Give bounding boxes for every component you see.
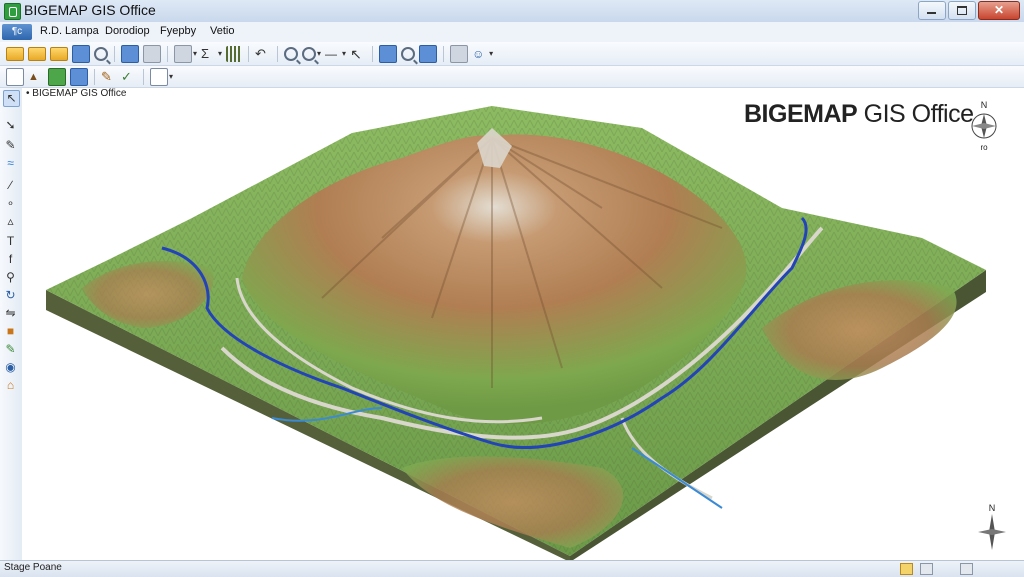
map-view[interactable]: • BIGEMAP GIS Office BIGEMAP GIS Office … xyxy=(22,88,1024,560)
brand-watermark: BIGEMAP GIS Office xyxy=(744,100,974,129)
select-icon[interactable] xyxy=(6,67,24,86)
toolbar-separator xyxy=(167,45,168,62)
house-icon[interactable]: ⌂ xyxy=(3,378,18,393)
toolbar-separator xyxy=(443,45,445,62)
left-toolbar: ↖ ➘ ✎ ≈ ∕ ∘ ▵ T f ⚲ ↻ ⇋ ■ ✎ ◉ ⌂ xyxy=(0,88,23,560)
close-button[interactable]: ✕ xyxy=(978,1,1020,20)
globe-icon[interactable] xyxy=(401,46,416,61)
measure-icon[interactable] xyxy=(350,46,366,62)
new-folder-icon[interactable] xyxy=(6,46,24,61)
table-icon[interactable] xyxy=(70,67,88,86)
main-toolbar: ▾ ▾ ▾ ▾ ▾ xyxy=(0,42,1024,66)
chevron-down-icon[interactable]: ▾ xyxy=(218,49,222,58)
undo-icon[interactable] xyxy=(255,46,271,62)
gradient-icon[interactable] xyxy=(379,44,398,63)
chevron-down-icon[interactable]: ▾ xyxy=(193,49,197,58)
pan-icon[interactable]: ➘ xyxy=(3,118,18,133)
ruler-icon[interactable]: ⇋ xyxy=(3,306,18,321)
window-controls: ✕ xyxy=(918,1,1020,20)
export-icon[interactable] xyxy=(143,44,161,63)
draw-icon[interactable]: ✎ xyxy=(3,138,18,153)
chevron-down-icon[interactable]: ▾ xyxy=(489,49,493,58)
title-bar: BIGEMAP GIS Office ✕ xyxy=(0,0,1024,23)
status-folder-icon[interactable] xyxy=(900,563,913,575)
bigemap-app-icon[interactable] xyxy=(4,3,21,20)
compass-top-bottom-label: ro xyxy=(980,143,988,152)
chevron-down-icon[interactable]: ▾ xyxy=(317,49,321,58)
document-icon[interactable] xyxy=(150,67,168,86)
line-tool-icon[interactable]: ∕ xyxy=(3,178,18,193)
open-folder-icon[interactable] xyxy=(28,46,46,61)
menu-item-vetio[interactable]: Vetio xyxy=(210,25,234,37)
pencil-icon[interactable] xyxy=(101,69,117,85)
application-menu-button[interactable]: ¶c xyxy=(2,24,32,40)
brand-product: GIS Office xyxy=(863,100,974,128)
polygon-tool-icon[interactable]: ▵ xyxy=(3,214,18,229)
minimize-button[interactable] xyxy=(918,1,946,20)
layout-icon[interactable] xyxy=(450,44,469,63)
menu-item-lampa[interactable]: R.D. Lampa xyxy=(40,25,99,37)
terrain-3d-view[interactable] xyxy=(22,88,1024,560)
pointer-icon[interactable]: ↖ xyxy=(3,90,20,107)
color-icon[interactable]: ■ xyxy=(3,324,18,339)
status-document-icon[interactable] xyxy=(920,563,933,575)
toolbar-separator xyxy=(372,45,374,62)
line-icon[interactable] xyxy=(325,46,341,62)
chevron-down-icon[interactable]: ▾ xyxy=(169,72,173,81)
maximize-button[interactable] xyxy=(948,1,976,20)
toolbar-separator xyxy=(114,45,115,62)
menu-bar: ¶c R.D. Lampa Dorodiop Fyepby Vetio xyxy=(0,22,1024,43)
person-icon[interactable] xyxy=(472,46,488,62)
compass-top-north-label: N xyxy=(981,100,988,110)
compass-bottom-north-label: N xyxy=(989,503,996,513)
secondary-toolbar: ▾ xyxy=(0,66,1024,88)
settings-icon[interactable] xyxy=(174,44,192,63)
menu-item-fyepby[interactable]: Fyepby xyxy=(160,25,196,37)
window-title: BIGEMAP GIS Office xyxy=(24,2,156,18)
edit-tool-icon[interactable]: ⚲ xyxy=(3,270,18,285)
save-icon[interactable] xyxy=(50,46,68,61)
search-icon[interactable] xyxy=(94,46,108,61)
chevron-down-icon[interactable]: ▾ xyxy=(342,49,346,58)
text-tool-icon[interactable]: T xyxy=(3,234,18,249)
layer-icon[interactable] xyxy=(48,67,66,86)
print-icon[interactable] xyxy=(419,44,438,63)
toolbar-separator xyxy=(143,68,144,85)
pencil-tool-icon[interactable]: ✎ xyxy=(3,342,18,357)
import-icon[interactable] xyxy=(121,44,139,63)
rotate-icon[interactable]: ↻ xyxy=(3,288,18,303)
toolbar-separator xyxy=(94,68,95,85)
point-tool-icon[interactable]: ∘ xyxy=(3,196,18,211)
status-text: Stage Poane xyxy=(4,562,62,573)
triangle-icon[interactable] xyxy=(28,69,44,85)
status-bar: Stage Poane xyxy=(0,560,1024,577)
zoom-in-icon[interactable] xyxy=(284,46,299,61)
menu-item-dorodiop[interactable]: Dorodiop xyxy=(105,25,150,37)
chart-icon[interactable] xyxy=(226,45,243,62)
layers-icon[interactable] xyxy=(72,44,90,63)
toolbar-separator xyxy=(248,45,250,62)
sigma-icon[interactable] xyxy=(201,46,217,62)
compass-bottom: N xyxy=(978,503,1006,550)
status-view-icon[interactable] xyxy=(960,563,973,575)
zoom-out-icon[interactable] xyxy=(302,46,317,61)
compass-top: N ro xyxy=(971,100,997,152)
measure-tool-icon[interactable]: f xyxy=(3,252,18,267)
globe-tool-icon[interactable]: ◉ xyxy=(3,360,18,375)
brand-name: BIGEMAP xyxy=(744,100,858,128)
toolbar-separator xyxy=(277,45,279,62)
river-icon[interactable]: ≈ xyxy=(3,156,18,171)
check-icon[interactable] xyxy=(121,69,137,85)
